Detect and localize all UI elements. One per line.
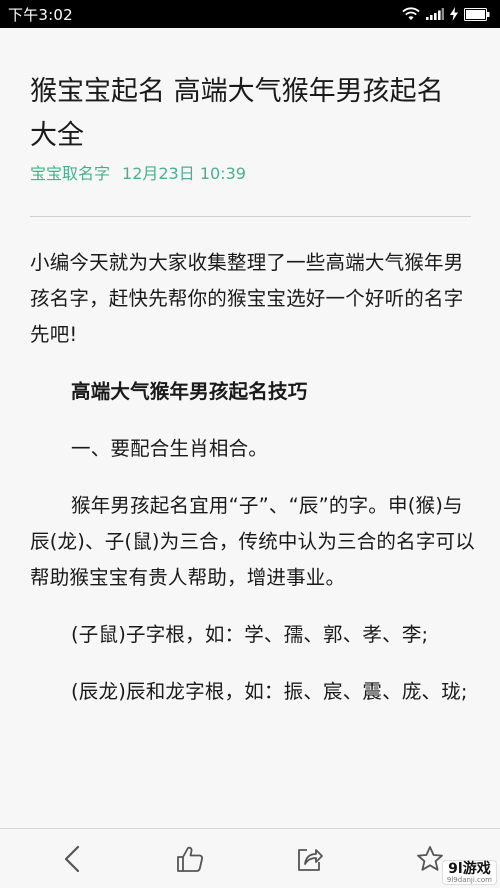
back-button[interactable]: [54, 843, 90, 875]
share-button[interactable]: [292, 843, 328, 875]
share-icon: [295, 844, 325, 874]
article-title: 猴宝宝起名 高端大气猴年男孩起名大全: [30, 76, 444, 151]
site-watermark: 9l游戏 9l9danji.com: [442, 861, 496, 884]
article-content: 小编今天就为大家收集整理了一些高端大气猴年男孩名字，赶快先帮你的猴宝宝选好一个好…: [30, 245, 475, 731]
article-paragraph: 一、要配合生肖相合。: [71, 437, 269, 460]
article-paragraph: (辰龙)辰和龙字根，如：振、宸、震、庞、珑;: [71, 680, 468, 703]
charging-icon: [450, 7, 458, 21]
like-button[interactable]: [172, 843, 208, 875]
article-paragraph: (子鼠)子字根，如：学、孺、郭、孝、李;: [71, 623, 429, 646]
battery-icon: [464, 7, 490, 21]
signal-icon: [426, 8, 444, 20]
article-paragraph: 猴年男孩起名宜用“子”、“辰”的字。申(猴)与辰(龙)、子(鼠)为三合，传统中认…: [30, 494, 475, 589]
article-meta: 宝宝取名字 12月23日 10:39: [30, 160, 246, 184]
watermark-url: 9l9danji.com: [446, 876, 492, 884]
bottom-toolbar: 9l游戏 9l9danji.com: [0, 828, 500, 888]
title-divider: [30, 216, 471, 217]
watermark-logo-text: 9l游戏: [448, 861, 491, 877]
article-paragraph: 小编今天就为大家收集整理了一些高端大气猴年男孩名字，赶快先帮你的猴宝宝选好一个好…: [30, 251, 464, 346]
star-icon: [415, 844, 445, 874]
article-date: 12月23日 10:39: [122, 164, 246, 183]
status-time: 下午3:02: [8, 5, 73, 24]
back-icon: [62, 845, 82, 873]
status-icons: [402, 7, 490, 21]
article: 猴宝宝起名 高端大气猴年男孩起名大全 宝宝取名字 12月23日 10:39 小编…: [0, 28, 500, 828]
article-source[interactable]: 宝宝取名字: [30, 160, 110, 184]
status-bar: 下午3:02: [0, 0, 500, 28]
thumbs-up-icon: [175, 844, 205, 874]
article-section-heading: 高端大气猴年男孩起名技巧: [71, 380, 308, 403]
wifi-icon: [402, 7, 420, 21]
